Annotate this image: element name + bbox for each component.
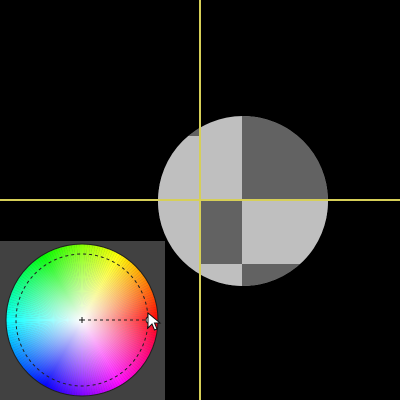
checker-tile [200, 200, 242, 264]
viewport[interactable] [0, 0, 400, 400]
color-wheel[interactable] [0, 241, 165, 400]
color-wheel-panel[interactable] [0, 241, 165, 400]
checker-tile [200, 136, 242, 200]
mouse-pointer-icon [147, 312, 162, 331]
